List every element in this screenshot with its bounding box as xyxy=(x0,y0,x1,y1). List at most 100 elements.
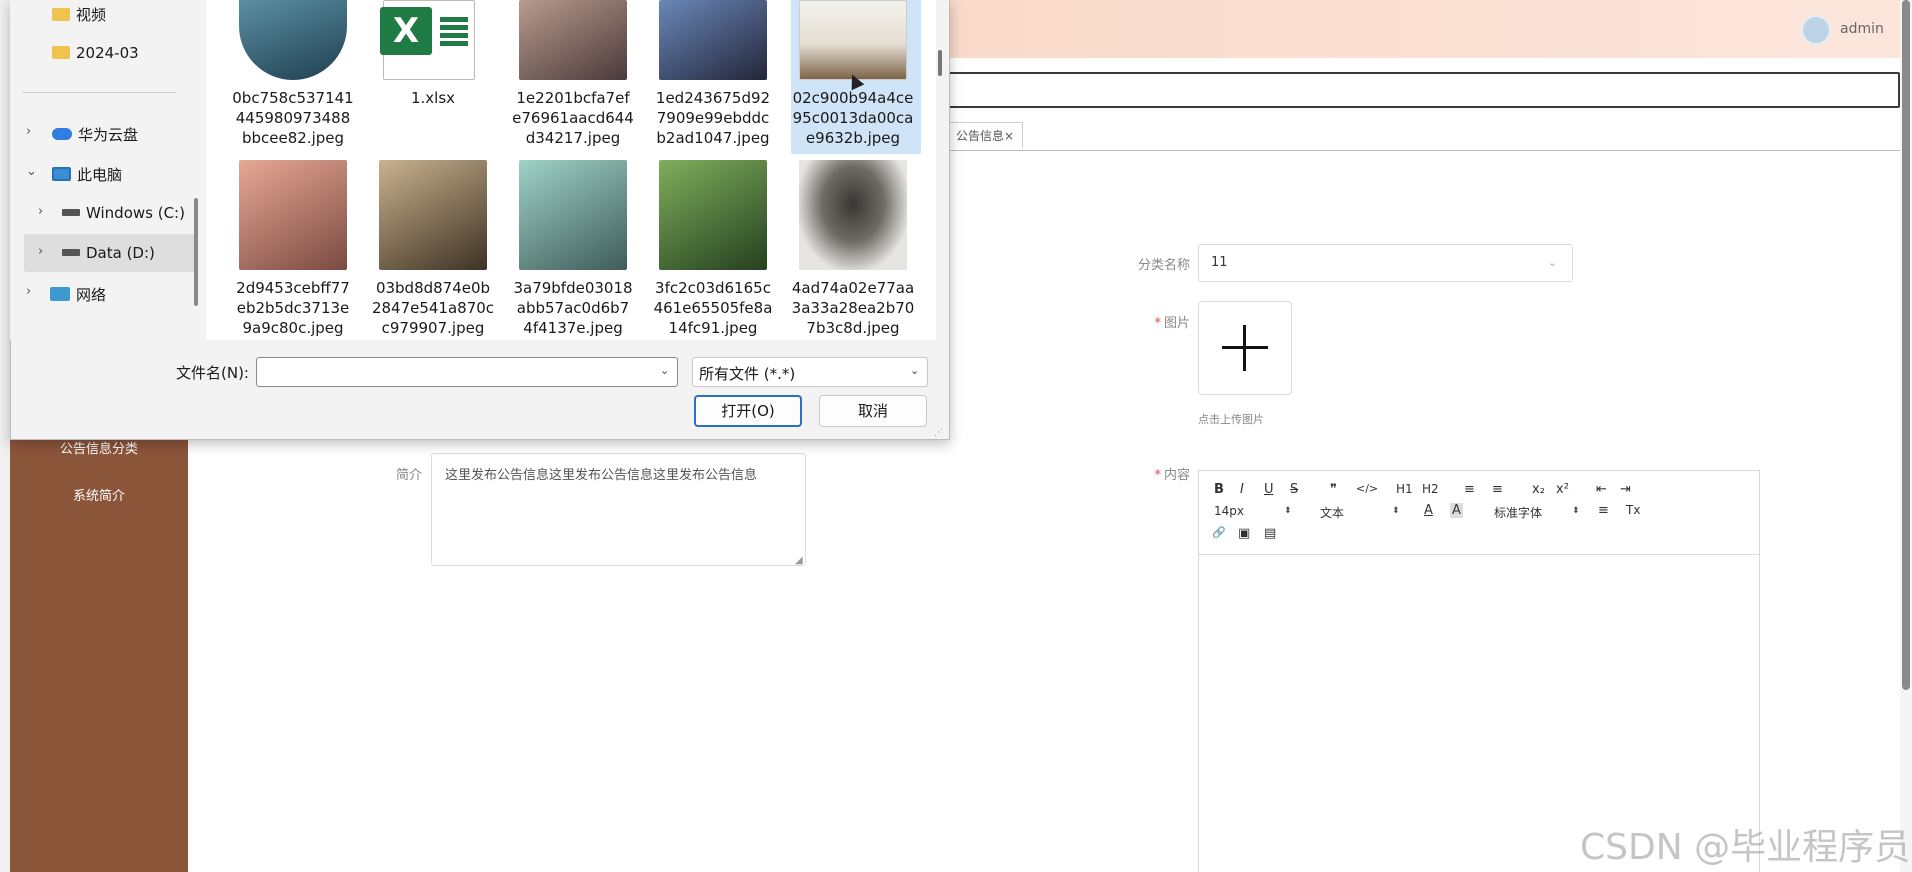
page-scrollbar-thumb[interactable] xyxy=(1902,0,1910,690)
category-select[interactable]: 11 xyxy=(1198,244,1573,282)
excel-x-icon: X xyxy=(380,7,432,55)
user-name[interactable]: admin xyxy=(1840,21,1884,37)
file-name-line: 7b3c8d.jpeg xyxy=(806,319,900,337)
file-name-line: 445980973488 xyxy=(235,109,351,127)
top-search-input[interactable] xyxy=(940,72,1900,108)
quote-button[interactable]: ❞ xyxy=(1330,482,1337,497)
file-name-line: abb57ac0d6b7 xyxy=(516,299,630,317)
indent-button[interactable]: ⇥ xyxy=(1620,482,1631,497)
spreadsheet-grid-icon xyxy=(440,17,468,47)
align-button[interactable]: ≡ xyxy=(1598,503,1609,518)
code-button[interactable]: </> xyxy=(1356,482,1378,495)
select-arrows-icon: ⬍ xyxy=(1572,506,1580,516)
chevron-right-icon[interactable]: › xyxy=(26,284,31,299)
chevron-down-icon: ⌄ xyxy=(910,364,920,377)
file-name-line: e76961aacd644 xyxy=(512,109,634,127)
subscript-button[interactable]: x₂ xyxy=(1532,482,1545,497)
file-name-line: eb2b5dc3713e xyxy=(236,299,350,317)
avatar[interactable] xyxy=(1801,15,1831,45)
file-name-line: 03bd8d874e0b xyxy=(375,279,491,297)
tab-label: 公告信息 xyxy=(956,129,1005,143)
plus-icon-vertical xyxy=(1243,325,1246,371)
sidebar-item-notice-category[interactable]: 公告信息分类 xyxy=(10,438,188,457)
summary-textarea[interactable]: 这里发布公告信息这里发布公告信息这里发布公告信息 xyxy=(431,453,806,566)
editor-toolbar: B I U S ❞ </> H1 H2 ≡ ≡ x₂ x² ⇤ ⇥ 14px ⬍… xyxy=(1198,470,1760,555)
chevron-right-icon[interactable]: › xyxy=(38,244,43,259)
image-thumbnail xyxy=(799,160,907,270)
chevron-down-icon[interactable]: ⌄ xyxy=(660,364,669,377)
watermark: CSDN @毕业程序员 xyxy=(1580,827,1911,868)
image-thumbnail xyxy=(379,160,487,270)
file-name-line: 461e65505fe8a xyxy=(653,299,773,317)
font-color-button[interactable]: A xyxy=(1424,503,1433,518)
file-name-line: 3a79bfde03018 xyxy=(513,279,633,297)
content-label: * 内容 xyxy=(1154,468,1190,483)
image-thumbnail xyxy=(519,160,627,270)
computer-icon xyxy=(52,167,71,181)
chevron-down-icon[interactable]: ⌄ xyxy=(26,164,37,179)
h1-button[interactable]: H1 xyxy=(1396,482,1413,496)
background-color-button[interactable]: A xyxy=(1450,503,1463,518)
bullet-list-button[interactable]: ≡ xyxy=(1492,482,1503,497)
image-button[interactable]: ▣ xyxy=(1238,526,1250,541)
chevron-right-icon[interactable]: › xyxy=(26,124,31,139)
resize-grip-icon[interactable]: ⋰ xyxy=(934,428,943,438)
file-name-line: 3fc2c03d6165c xyxy=(655,279,771,297)
nav-item-2024-03[interactable]: 2024-03 xyxy=(52,44,139,62)
nav-item-this-pc[interactable]: 此电脑 xyxy=(52,164,122,185)
nav-item-drive-d[interactable]: Data (D:) xyxy=(62,244,155,262)
image-thumbnail xyxy=(519,0,627,80)
image-label: * 图片 xyxy=(1154,316,1190,331)
sidebar-item-system-intro[interactable]: 系统简介 xyxy=(10,485,188,504)
nav-item-videos[interactable]: 视频 xyxy=(52,4,106,25)
font-size-select[interactable]: 14px xyxy=(1214,504,1244,518)
file-name-line: 4f4137e.jpeg xyxy=(523,319,623,337)
ordered-list-button[interactable]: ≡ xyxy=(1464,482,1475,497)
chevron-right-icon[interactable]: › xyxy=(38,204,43,219)
drive-icon xyxy=(62,209,80,216)
h2-button[interactable]: H2 xyxy=(1422,482,1439,496)
file-name-line: 14fc91.jpeg xyxy=(668,319,758,337)
file-name-line: 2d9453cebff77 xyxy=(236,279,350,297)
open-button[interactable]: 打开(O) xyxy=(694,395,802,427)
file-name-line: e9632b.jpeg xyxy=(805,129,901,147)
italic-button[interactable]: I xyxy=(1240,482,1244,497)
resize-handle-icon[interactable]: ◢ xyxy=(795,555,803,566)
file-name-line: 02c900b94a4ce xyxy=(792,89,914,107)
video-button[interactable]: ▤ xyxy=(1264,526,1276,541)
cancel-button[interactable]: 取消 xyxy=(819,395,927,427)
network-icon xyxy=(50,287,70,301)
select-arrows-icon: ⬍ xyxy=(1284,506,1292,516)
nav-item-drive-c[interactable]: Windows (C:) xyxy=(62,204,185,222)
font-family-select[interactable]: 标准字体 xyxy=(1494,504,1542,521)
filetype-select[interactable]: 所有文件 (*.*) xyxy=(692,357,928,387)
file-name-line: 1ed243675d92 xyxy=(655,89,771,107)
superscript-button[interactable]: x² xyxy=(1556,482,1569,497)
underline-button[interactable]: U xyxy=(1264,482,1274,497)
nav-scrollbar[interactable] xyxy=(194,198,198,306)
image-thumbnail xyxy=(659,160,767,270)
filename-input[interactable] xyxy=(256,357,678,387)
nav-item-huawei-cloud[interactable]: 华为云盘 xyxy=(52,124,138,145)
link-button[interactable]: 🔗 xyxy=(1212,526,1226,539)
file-name-line: 3a33a28ea2b70 xyxy=(791,299,915,317)
file-name-line: d34217.jpeg xyxy=(525,129,621,147)
image-thumbnail xyxy=(239,160,347,270)
image-thumbnail xyxy=(659,0,767,80)
folder-icon xyxy=(52,46,70,59)
outdent-button[interactable]: ⇤ xyxy=(1596,482,1607,497)
tab-notice-info[interactable]: 公告信息× xyxy=(947,122,1024,148)
bold-button[interactable]: B xyxy=(1214,482,1224,497)
nav-item-network[interactable]: 网络 xyxy=(50,284,106,305)
drive-icon xyxy=(62,249,80,256)
file-name-line: 95c0013da00ca xyxy=(792,109,914,127)
file-name-line: 4ad74a02e77aa xyxy=(791,279,915,297)
clear-format-button[interactable]: Tx xyxy=(1626,503,1640,517)
file-name-line: 1e2201bcfa7ef xyxy=(516,89,630,107)
file-list-scrollbar[interactable] xyxy=(938,50,942,76)
strike-button[interactable]: S xyxy=(1290,482,1298,497)
tab-close-icon[interactable]: × xyxy=(1004,129,1014,143)
paragraph-select[interactable]: 文本 xyxy=(1320,504,1344,521)
summary-label: 简介 xyxy=(395,468,422,483)
file-name-line: 7909e99ebddc xyxy=(656,109,770,127)
